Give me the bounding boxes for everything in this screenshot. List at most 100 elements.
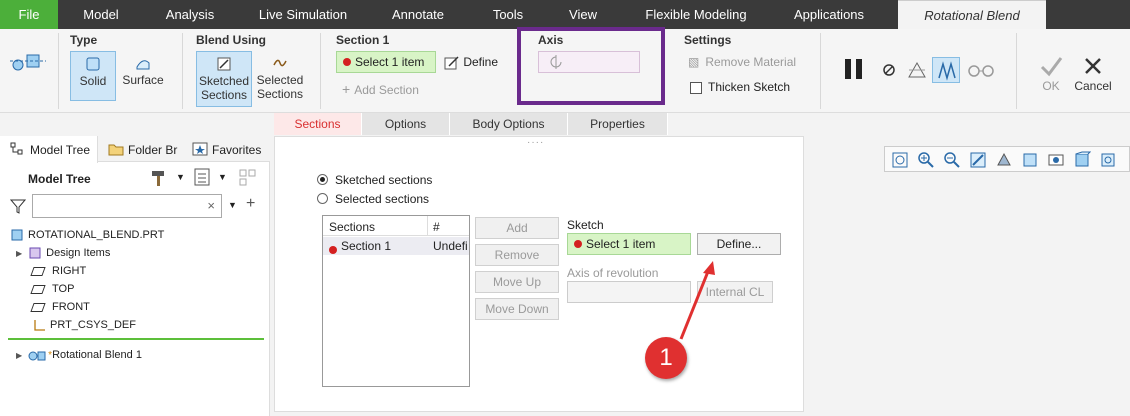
perspective-view-icon[interactable]: [1073, 151, 1091, 169]
cancel-button[interactable]: Cancel: [1072, 51, 1114, 101]
display-style-icon[interactable]: [995, 151, 1013, 169]
menu-rotational-blend[interactable]: Rotational Blend: [898, 0, 1046, 29]
col-header-sections: Sections: [329, 220, 376, 234]
tab-favorites[interactable]: Favorites: [190, 136, 270, 162]
plus-icon: +: [342, 81, 351, 97]
view-manager-icon[interactable]: [1047, 151, 1065, 169]
model-tree-panel: Model Tree Folder Br Favorites Model Tre…: [0, 136, 270, 416]
feature-preview-icon[interactable]: [932, 57, 960, 83]
sections-panel: ···· Sketched sections Selected sections…: [274, 136, 804, 412]
tab-sections[interactable]: Sections: [274, 113, 362, 135]
tree-item-front-label: FRONT: [52, 301, 90, 313]
undefined-dot-icon: [329, 245, 337, 254]
show-dropdown-chevron-icon[interactable]: ▼: [218, 172, 227, 182]
tree-item-front[interactable]: FRONT: [30, 298, 90, 316]
pause-icon[interactable]: [842, 57, 866, 81]
tree-item-root[interactable]: ROTATIONAL_BLEND.PRT: [10, 226, 164, 244]
section1-group-title: Section 1: [336, 33, 390, 47]
tree-item-csys[interactable]: PRT_CSYS_DEF: [32, 316, 136, 334]
expand-arrow-icon[interactable]: ▶: [16, 351, 22, 360]
tab-folder-browser-label: Folder Br: [128, 143, 178, 157]
clear-search-icon[interactable]: ×: [207, 198, 215, 213]
remove-material-button[interactable]: ▧ Remove Material: [688, 55, 796, 69]
pencil-icon: [217, 57, 231, 71]
move-down-button[interactable]: Move Down: [475, 298, 559, 320]
tree-item-top[interactable]: TOP: [30, 280, 74, 298]
tab-folder-browser[interactable]: Folder Br: [104, 136, 184, 162]
tree-item-design-items-label: Design Items: [46, 247, 111, 259]
add-section-label: Add Section: [354, 83, 419, 97]
tree-item-csys-label: PRT_CSYS_DEF: [50, 319, 136, 331]
add-filter-plus-icon[interactable]: +: [246, 195, 255, 213]
checkmark-icon: [1040, 57, 1063, 77]
thicken-sketch-button[interactable]: Thicken Sketch: [690, 80, 790, 94]
filter-funnel-icon[interactable]: [10, 198, 26, 214]
selected-sections-line2: Sections: [256, 87, 304, 101]
define-button[interactable]: Define...: [697, 233, 781, 255]
tree-filter-grid-icon[interactable]: [238, 168, 258, 188]
edit-icon: [444, 56, 459, 70]
tree-item-design-items[interactable]: ▶ Design Items: [16, 244, 110, 262]
row-section-status: Undefi: [433, 239, 468, 253]
menu-tools[interactable]: Tools: [480, 0, 536, 29]
tree-item-rotational-blend-label: Rotational Blend 1: [52, 349, 142, 361]
menu-annotate[interactable]: Annotate: [382, 0, 454, 29]
zoom-out-icon[interactable]: [943, 151, 961, 169]
settings-hammer-icon[interactable]: [150, 168, 170, 188]
tree-item-root-label: ROTATIONAL_BLEND.PRT: [28, 229, 165, 241]
section1-select-field[interactable]: Select 1 item: [336, 51, 436, 73]
expand-arrow-icon[interactable]: ▶: [16, 249, 22, 258]
radio-selected-sections[interactable]: [317, 193, 328, 204]
remove-material-icon: ▧: [688, 55, 700, 69]
move-up-button[interactable]: Move Up: [475, 271, 559, 293]
geometry-preview-icon[interactable]: [906, 59, 928, 81]
spin-center-icon[interactable]: [1099, 151, 1117, 169]
coordinate-system-icon: [34, 320, 45, 331]
menu-flexible-modeling[interactable]: Flexible Modeling: [636, 0, 756, 29]
settings-dropdown-chevron-icon[interactable]: ▼: [176, 172, 185, 182]
saved-orientations-icon[interactable]: [1021, 151, 1039, 169]
tab-model-tree-label: Model Tree: [30, 143, 91, 157]
menu-model[interactable]: Model: [66, 0, 136, 29]
no-preview-icon[interactable]: [882, 63, 896, 77]
menu-live-simulation[interactable]: Live Simulation: [248, 0, 358, 29]
add-section-button[interactable]: + Add Section: [342, 81, 419, 97]
tree-item-right[interactable]: RIGHT: [30, 262, 86, 280]
menu-view[interactable]: View: [560, 0, 606, 29]
tree-search-input[interactable]: ×: [32, 194, 222, 218]
zoom-in-icon[interactable]: [917, 151, 935, 169]
tab-model-tree[interactable]: Model Tree: [0, 136, 98, 163]
col-header-number: #: [433, 220, 440, 234]
sections-table[interactable]: Sections # Section 1 Undefi: [322, 215, 470, 387]
remove-button[interactable]: Remove: [475, 244, 559, 266]
refit-icon[interactable]: [891, 151, 909, 169]
ok-button[interactable]: OK: [1034, 51, 1068, 101]
panel-drag-handle[interactable]: ····: [527, 137, 544, 148]
tab-favorites-label: Favorites: [212, 143, 262, 157]
section1-define-button[interactable]: Define: [444, 53, 498, 71]
section1-select-text: Select 1 item: [355, 55, 425, 69]
table-row[interactable]: Section 1 Undefi: [323, 237, 469, 255]
repaint-icon[interactable]: [969, 151, 987, 169]
row-section-name: Section 1: [341, 239, 392, 253]
search-dropdown-chevron-icon[interactable]: ▼: [228, 200, 237, 210]
selected-sections-button[interactable]: Selected Sections: [254, 51, 306, 107]
tree-item-rotational-blend[interactable]: ▶ *Rotational Blend 1: [16, 346, 142, 364]
tab-body-options[interactable]: Body Options: [450, 113, 568, 135]
menu-analysis[interactable]: Analysis: [152, 0, 228, 29]
tab-properties[interactable]: Properties: [568, 113, 668, 135]
add-button[interactable]: Add: [475, 217, 559, 239]
sketch-select-field[interactable]: Select 1 item: [567, 233, 691, 255]
solid-button[interactable]: Solid: [70, 51, 116, 101]
sketched-sections-button[interactable]: Sketched Sections: [196, 51, 252, 107]
verify-glasses-icon[interactable]: [966, 61, 996, 79]
axis-revolve-icon: [550, 55, 562, 69]
menu-file[interactable]: File: [0, 0, 58, 29]
show-list-icon[interactable]: [194, 168, 212, 188]
radio-sketched-sections[interactable]: [317, 174, 328, 185]
axis-select-field[interactable]: [538, 51, 640, 73]
surface-button[interactable]: Surface: [118, 51, 168, 101]
thicken-sketch-checkbox[interactable]: [690, 81, 702, 94]
tab-options[interactable]: Options: [362, 113, 450, 135]
menu-applications[interactable]: Applications: [784, 0, 874, 29]
